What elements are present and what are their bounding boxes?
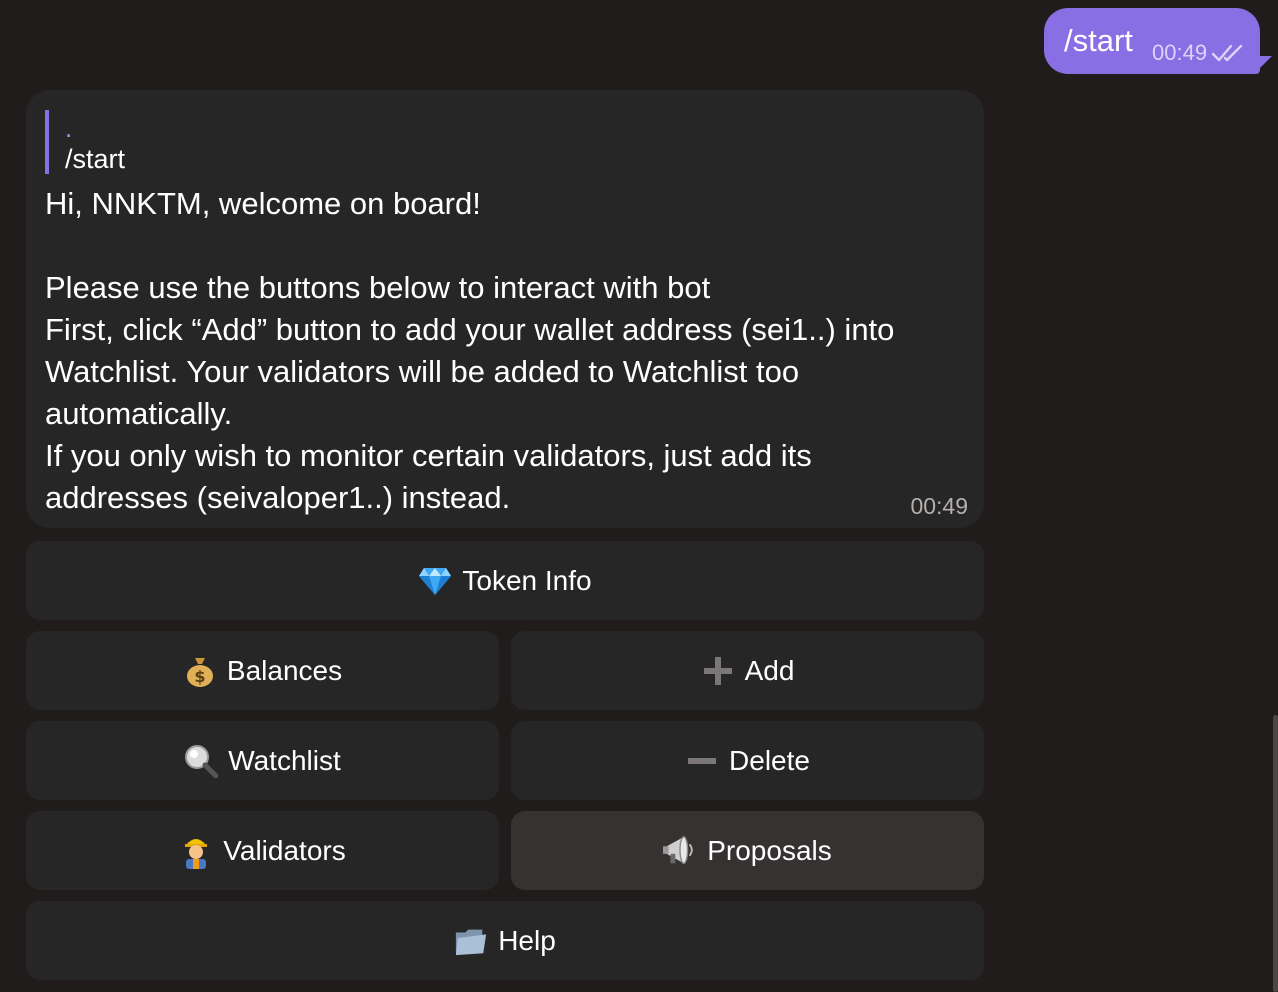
construction-worker-icon — [179, 834, 213, 869]
chat-view: /start 00:49 . /start Hi, NNKTM, welcome… — [0, 0, 1278, 992]
validators-button[interactable]: Validators — [26, 811, 499, 890]
outgoing-message-bubble[interactable]: /start 00:49 — [1044, 8, 1260, 74]
scrollbar[interactable] — [1273, 715, 1278, 992]
token-info-button[interactable]: Token Info — [26, 541, 984, 620]
reply-quote[interactable]: . /start — [45, 110, 445, 174]
delete-button[interactable]: Delete — [511, 721, 984, 800]
plus-icon — [701, 654, 735, 688]
double-check-icon — [1211, 44, 1243, 62]
svg-text:$: $ — [194, 667, 205, 686]
message-line: Watchlist. Your validators will be added… — [45, 354, 800, 389]
folder-icon — [454, 924, 488, 958]
minus-icon — [685, 744, 719, 778]
outgoing-message-time: 00:49 — [1152, 40, 1208, 65]
incoming-message-bubble[interactable]: . /start Hi, NNKTM, welcome on board! Pl… — [26, 90, 984, 528]
proposals-button[interactable]: Proposals — [511, 811, 984, 890]
money-bag-icon: $ — [183, 654, 217, 688]
megaphone-icon — [663, 834, 697, 868]
proposals-label: Proposals — [707, 834, 832, 866]
outgoing-message-meta: 00:49 — [1152, 40, 1245, 66]
balances-label: Balances — [226, 654, 343, 686]
message-line — [45, 225, 945, 267]
add-button[interactable]: Add — [511, 631, 984, 710]
outgoing-message-text: /start — [1064, 23, 1133, 58]
magnifier-icon — [184, 744, 219, 778]
watchlist-button[interactable]: Watchlist — [26, 721, 499, 800]
message-body: Hi, NNKTM, welcome on board! Please use … — [45, 183, 945, 519]
message-line: addresses (seivaloper1..) instead. — [45, 480, 511, 515]
validators-label: Validators — [223, 834, 346, 866]
help-label: Help — [498, 924, 556, 956]
message-line: First, click “Add” button to add your wa… — [45, 312, 895, 347]
message-line: If you only wish to monitor certain vali… — [45, 438, 812, 473]
reply-sender: . — [65, 113, 73, 143]
incoming-message-time: 00:49 — [910, 493, 968, 519]
balances-button[interactable]: $ Balances — [26, 631, 499, 710]
outgoing-bubble-tail — [1254, 56, 1272, 74]
help-button[interactable]: Help — [26, 901, 984, 980]
watchlist-label: Watchlist — [228, 744, 341, 776]
token-info-label: Token Info — [462, 564, 592, 596]
message-line: Hi, NNKTM, welcome on board! — [45, 186, 481, 221]
add-label: Add — [744, 654, 795, 686]
delete-label: Delete — [729, 744, 810, 776]
reply-text: /start — [65, 144, 126, 174]
message-line: automatically. — [45, 396, 233, 431]
gem-icon — [418, 564, 452, 598]
message-line: Please use the buttons below to interact… — [45, 270, 711, 305]
